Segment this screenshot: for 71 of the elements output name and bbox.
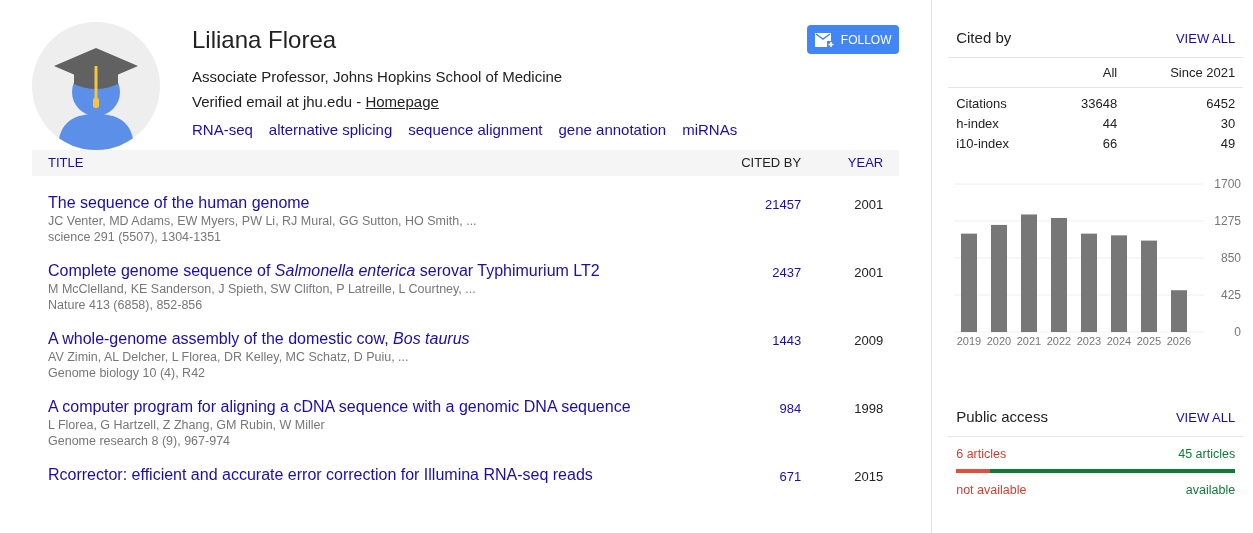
interest-link[interactable]: RNA-seq [192,119,253,142]
article-venue: science 291 (5507), 1304-1351 [48,229,223,245]
article-authors: JC Venter, MD Adams, EW Myers, PW Li, RJ Mural, GG Sutton, HO Smith, ... [48,213,478,229]
view-all-link[interactable]: VIEW ALL [1175,407,1236,428]
article-year: 2001 [854,197,884,212]
graduate-avatar-icon [54,48,138,150]
metric-since: 49 [1219,135,1236,154]
x-tick-label: 2019 [956,335,982,347]
metric-since: 6452 [1205,95,1236,114]
column-header: All [1101,63,1118,82]
article-year: 2001 [854,265,884,280]
year-sort-link[interactable]: YEAR [801,153,884,173]
metric-all: 33648 [1080,95,1118,114]
citation-count-link[interactable]: 21457 [765,197,802,212]
chart-bar [1171,290,1188,332]
metric-label: Citations [956,95,1008,114]
article-year: 1998 [854,401,884,416]
citation-count-link[interactable]: 2437 [772,265,802,280]
affiliation: Associate Professor, Johns Hopkins School of Medicine [192,67,564,87]
metric-label: i10-index [956,135,1010,154]
interest-link[interactable]: sequence alignment [408,119,543,142]
x-tick-label: 2021 [1016,335,1042,347]
x-tick-label: 2025 [1136,335,1162,347]
x-tick-label: 2023 [1076,335,1102,347]
y-tick-label: 1275 [1214,214,1242,228]
not-available-count: 6 articles [956,446,1007,463]
article-venue: Nature 413 (6858), 852-856 [48,297,204,313]
citation-count-link[interactable]: 1443 [772,333,802,348]
follow-button[interactable]: FOLLOW [807,25,900,54]
y-tick-label: 1700 [1214,177,1242,191]
metric-all: 66 [1101,135,1118,154]
article-year: 2015 [854,469,884,484]
cited-by-header: CITED BY [740,154,802,173]
x-tick-label: 2020 [986,335,1012,347]
article-venue: Genome research 8 (9), 967-974 [48,433,232,449]
article-authors: L Florea, G Hartzell, Z Zhang, GM Rubin, W Miller [48,417,326,433]
cited-by-title: Cited by [956,28,1012,49]
column-header: Since 2021 [1169,63,1236,82]
interest-link[interactable]: alternative splicing [268,119,393,142]
article-venue: Genome biology 10 (4), R42 [48,365,207,381]
y-tick-label: 850 [1221,251,1242,265]
article-authors: AV Zimin, AL Delcher, L Florea, DR Kelley, MC Schatz, D Puiu, ... [48,349,410,365]
article-authors: M McClelland, KE Sanderson, J Spieth, SW Clifton, P Latreille, L Courtney, ... [48,281,477,297]
metric-all: 44 [1101,115,1118,134]
public-access-title: Public access [956,407,1048,428]
view-all-link[interactable]: VIEW ALL [1175,28,1236,49]
y-tick-label: 0 [1234,325,1242,339]
article-year: 2009 [854,333,884,348]
homepage-link[interactable]: Homepage [365,90,439,113]
x-tick-label: 2024 [1106,335,1132,347]
citation-count-link[interactable]: 671 [779,469,802,484]
y-tick-label: 425 [1221,288,1242,302]
available-count: 45 articles [1178,446,1236,463]
metric-since: 30 [1219,115,1236,134]
mail-plus-icon [814,32,835,47]
article-title-link[interactable]: A computer program for aligning a cDNA sequence with a genomic DNA sequence [48,397,702,417]
x-tick-label: 2026 [1166,335,1192,347]
profile-name: Liliana Florea [192,25,337,55]
article-title-link[interactable]: Rcorrector: efficient and accurate error correction for Illumina RNA-seq reads [48,465,702,485]
not-available-label: not available [956,481,1027,499]
verified-email: Verified email at jhu.edu - [192,91,363,112]
available-label: available [1185,481,1236,499]
interest-link[interactable]: miRNAs [682,119,738,142]
x-tick-label: 2022 [1046,335,1072,347]
article-title-link[interactable]: Complete genome sequence of Salmonella enterica serovar Typhimurium LT2 [48,261,702,281]
metric-label: h-index [956,115,1000,134]
citation-count-link[interactable]: 984 [779,401,802,416]
article-title-link[interactable]: A whole-genome assembly of the domestic cow, Bos taurus [48,329,702,349]
article-title-link[interactable]: The sequence of the human genome [48,193,702,213]
interest-link[interactable]: gene annotation [558,119,667,142]
title-sort-link[interactable]: TITLE [48,153,702,173]
